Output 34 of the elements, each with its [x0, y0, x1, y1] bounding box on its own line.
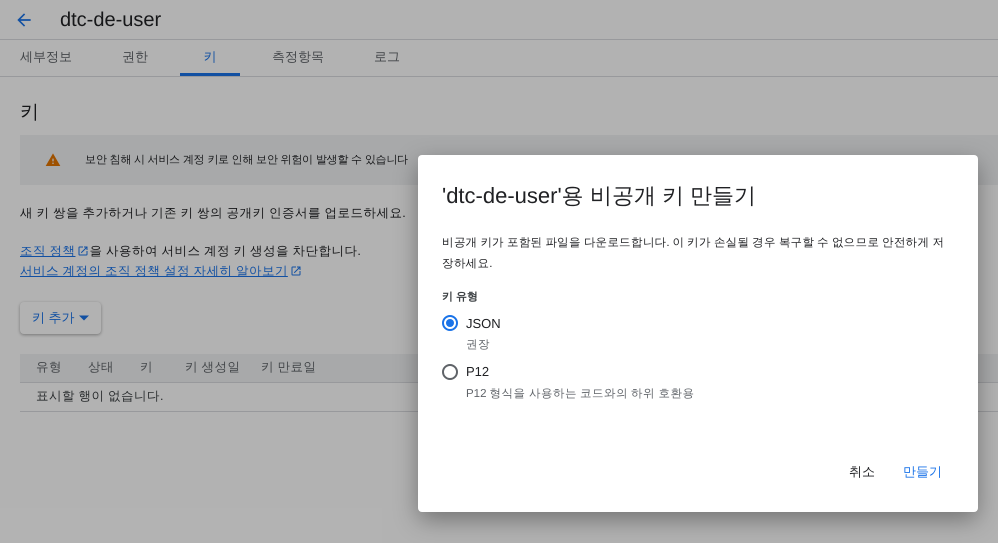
radio-button[interactable] [442, 315, 458, 332]
option-hint: 권장 [466, 338, 491, 353]
tab[interactable]: 로그 [356, 40, 418, 76]
column-header: 키 [140, 359, 154, 376]
page-title: dtc-de-user [60, 8, 162, 32]
create-button[interactable]: 만들기 [891, 456, 954, 488]
tab[interactable]: 권한 [104, 40, 166, 76]
external-link-icon [290, 264, 302, 277]
cancel-button[interactable]: 취소 [837, 456, 887, 488]
option-label: P12 [466, 363, 490, 382]
column-header: 키 만료일 [261, 359, 318, 376]
warning-icon [45, 152, 61, 168]
option-hint: P12 형식을 사용하는 코드와의 하위 호환용 [466, 386, 696, 402]
dialog-title: 'dtc-de-user'용 비공개 키 만들기 [442, 182, 758, 210]
column-header: 유형 [36, 359, 63, 376]
radio-button[interactable] [442, 364, 458, 380]
caret-icon [78, 314, 89, 321]
key-type-label: 키 유형 [442, 290, 480, 305]
learn-more-link[interactable]: 서비스 계정의 조직 정책 설정 자세히 알아보기 [20, 260, 288, 281]
policy-text: 을 사용하여 서비스 계정 키 생성을 차단합니다. [89, 242, 361, 260]
tab[interactable]: 측정항목 [254, 40, 342, 76]
column-header: 키 생성일 [185, 359, 242, 376]
option-label: JSON [466, 314, 501, 332]
add-key-button[interactable]: 키 추가 [20, 302, 101, 334]
intro-text: 새 키 쌍을 추가하거나 기존 키 쌍의 공개키 인증서를 업로드하세요. [20, 205, 407, 222]
dialog-description: 비공개 키가 포함된 파일을 다운로드합니다. 이 키가 손실될 경우 복구할 수 없으므로 안전하게 저장하세요. [442, 236, 946, 272]
warning-text: 보안 침해 시 서비스 계정 키로 인해 보안 위험이 발생할 수 있습니다 [85, 152, 408, 168]
policy-link[interactable]: 조직 정책 [20, 240, 76, 261]
column-header: 상태 [88, 359, 115, 376]
external-link-icon [77, 244, 90, 257]
tab[interactable]: 세부정보 [2, 40, 90, 76]
empty-table-message: 표시할 행이 없습니다. [36, 388, 164, 406]
tab[interactable]: 키 [180, 40, 240, 76]
section-title: 키 [20, 101, 40, 125]
